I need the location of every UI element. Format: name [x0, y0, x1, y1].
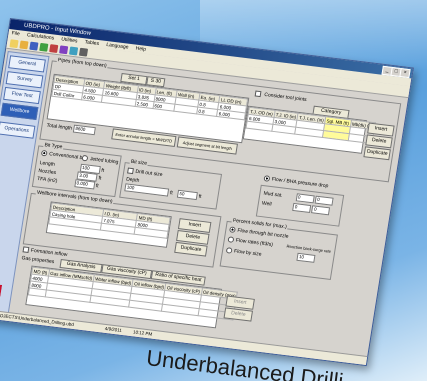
sidebar-item-flow-test[interactable]: Flow Test	[3, 86, 41, 105]
bit-type-group: Bit Type Conventional bit Jetted tubing …	[31, 142, 122, 198]
backsurge-input[interactable]: 10	[296, 252, 316, 263]
tool-joint-label: Consider tool joints	[263, 91, 308, 104]
cell[interactable]: 2.500	[134, 99, 154, 109]
nozzles-unit: ft	[98, 175, 102, 182]
flow-rates-option[interactable]: Flow rates (ft3/s)	[227, 236, 273, 248]
close-button[interactable]: ×	[399, 67, 411, 79]
tfa-label: TFA (in2)	[36, 175, 58, 185]
drill-out-checkbox[interactable]	[127, 167, 134, 175]
menu-utilities[interactable]: Utilities	[61, 36, 78, 44]
flow-by-size-radio[interactable]	[225, 247, 233, 254]
mud-sat-label: Mud sat.	[263, 190, 284, 199]
flow-by-size-option[interactable]: Flow by size	[225, 247, 262, 258]
report-icon[interactable]	[69, 46, 79, 55]
flow-by-size-label: Flow by size	[233, 248, 262, 258]
bit-size-label: Bit size	[129, 158, 149, 167]
wellbore-intervals-table[interactable]: Description I.D. (in) MD (ft) Casing hol…	[45, 201, 172, 248]
well-input[interactable]: 0	[292, 202, 312, 214]
status-time: 10:12 PM	[132, 329, 153, 337]
cell[interactable]	[174, 104, 198, 114]
bit-type-label: Bit Type	[43, 142, 64, 151]
help-icon[interactable]	[78, 47, 89, 57]
sidebar-item-general[interactable]: General	[8, 55, 46, 73]
new-file-icon[interactable]	[9, 38, 19, 48]
sidebar-item-wellbore[interactable]: Wellbore	[0, 102, 39, 120]
tool-joint-option[interactable]: Consider tool joints	[254, 90, 308, 104]
company-logo: RI	[0, 281, 3, 297]
chart-icon[interactable]	[49, 43, 59, 53]
flow-rates-label: Flow rates (ft3/s)	[235, 237, 274, 249]
main-panel: Pipes (from top down) Set 1 S 30 Descrip…	[9, 56, 403, 358]
backsurge-label: Reaction back-surge rate	[286, 243, 332, 254]
cell[interactable]: 600	[152, 101, 176, 112]
depth-input-row: 100 ft	[124, 183, 173, 197]
well-input-2[interactable]: 0	[311, 205, 331, 216]
depth-input[interactable]: 100	[124, 183, 170, 197]
mud-well-group: Mud sat. 0 0 Well 0 0	[255, 184, 345, 227]
flow-bit-nozzle-radio[interactable]	[229, 226, 236, 234]
mud-sat-input-2[interactable]: 0	[314, 195, 334, 206]
tfa-unit: ft	[95, 183, 100, 190]
drill-out-label: Drill out size	[134, 168, 163, 179]
well-label: Well	[261, 200, 272, 208]
app-window: UBDPRO - Input Window _ □ × File Calcula…	[0, 18, 414, 367]
flow-bha-radio[interactable]	[263, 175, 271, 182]
save-icon[interactable]	[29, 41, 39, 51]
mud-sat-input[interactable]: 0	[295, 193, 315, 204]
calculate-icon[interactable]	[39, 42, 49, 52]
total-length-value[interactable]: 8600	[72, 124, 96, 136]
percent-solids-group: Percent solids for (max.) Flow through b…	[219, 217, 338, 281]
bit-length-unit: ft	[100, 167, 105, 174]
gas-properties-row: Gas properties	[21, 255, 54, 265]
casing-input[interactable]: 50	[176, 189, 198, 201]
backsurge-input-row: 10	[296, 252, 316, 263]
cell[interactable]	[271, 124, 297, 135]
status-date: 4/9/2011	[104, 325, 123, 333]
gas-properties-label: Gas properties	[21, 255, 55, 266]
tool-joint-checkbox[interactable]	[254, 90, 262, 98]
formation-inflow-checkbox[interactable]	[22, 246, 30, 253]
cell[interactable]: 0.8	[196, 107, 218, 117]
conventional-bit-radio[interactable]	[40, 149, 48, 157]
open-folder-icon[interactable]	[19, 39, 29, 49]
menu-tables[interactable]: Tables	[84, 39, 99, 47]
menu-help[interactable]: Help	[135, 46, 146, 53]
jetted-tubing-label: Jetted tubing	[89, 156, 119, 166]
total-length-label: Total length	[46, 122, 73, 132]
bit-size-group: Bit size Drill out size Depth 100 ft 50 …	[119, 158, 223, 210]
sidebar-item-survey[interactable]: Survey	[5, 71, 44, 89]
cell[interactable]: 6.000	[81, 92, 103, 103]
print-icon[interactable]	[59, 44, 69, 54]
tfa-input[interactable]: 0.000	[73, 179, 96, 190]
duplicate-pipe-button[interactable]: Duplicate	[363, 146, 391, 161]
flow-rates-radio[interactable]	[227, 236, 235, 243]
jetted-tubing-radio[interactable]	[81, 154, 89, 162]
backsurge-row: Reaction back-surge rate	[286, 243, 331, 254]
screenshot-stage: UBDPRO - Input Window _ □ × File Calcula…	[0, 0, 427, 381]
casing-row: 50 ft	[176, 189, 202, 201]
depth-unit: ft	[169, 190, 174, 197]
cell[interactable]	[28, 287, 47, 297]
menu-file[interactable]: File	[11, 30, 20, 37]
casing-unit: ft	[198, 193, 202, 200]
sidebar-item-operations[interactable]: Operations	[0, 121, 36, 139]
